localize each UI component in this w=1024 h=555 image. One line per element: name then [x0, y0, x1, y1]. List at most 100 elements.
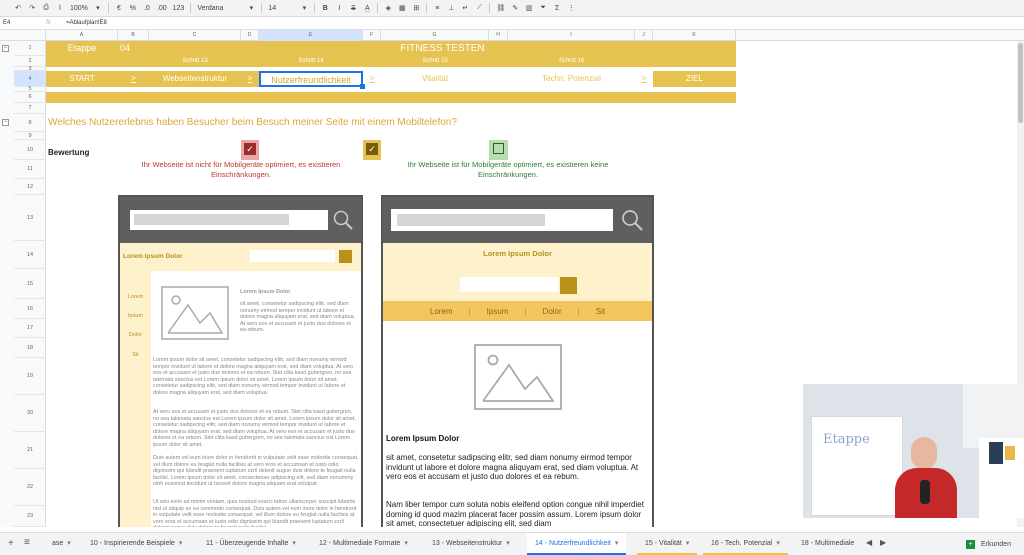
functions-icon[interactable]: Σ [553, 5, 561, 12]
scroll-tabs-left-icon[interactable]: ◀ [866, 538, 872, 547]
chevron-down-icon[interactable]: ▾ [179, 540, 183, 547]
row-header[interactable]: 15 [14, 269, 46, 299]
filter-icon[interactable]: ⏷ [539, 4, 547, 12]
fill-color-icon[interactable]: ◈ [384, 4, 392, 12]
text-wrap-icon[interactable]: ↵ [461, 4, 469, 12]
increase-decimals-button[interactable]: .00 [157, 5, 167, 12]
column-header[interactable]: E [259, 30, 363, 41]
horizontal-align-icon[interactable]: ≡ [433, 5, 441, 12]
row-header[interactable]: 8 [14, 114, 46, 132]
sheet-tab[interactable]: ase ▾ [44, 533, 79, 555]
column-header[interactable]: J [635, 30, 653, 41]
column-header[interactable]: D [241, 30, 259, 41]
sheet-tab[interactable]: 16 - Tech. Potenzial ▾ [703, 533, 788, 555]
column-header[interactable]: B [118, 30, 149, 41]
redo-icon[interactable]: ↷ [28, 4, 36, 12]
row-header[interactable]: 13 [14, 195, 46, 241]
column-header[interactable]: A [46, 30, 118, 41]
scrollbar-thumb[interactable] [1018, 43, 1023, 123]
add-sheet-icon[interactable]: + [8, 538, 14, 549]
row-header[interactable]: 11 [14, 160, 46, 179]
chevron-down-icon[interactable]: ▾ [300, 4, 308, 12]
row-header[interactable]: 18 [14, 338, 46, 358]
borders-icon[interactable]: ▦ [398, 4, 406, 12]
link-icon[interactable]: ⛓ [496, 4, 505, 12]
all-sheets-icon[interactable]: ≡ [24, 537, 30, 548]
decrease-decimals-button[interactable]: .0 [143, 5, 151, 12]
name-box[interactable]: E4 [0, 20, 46, 26]
column-header[interactable]: K [653, 30, 736, 41]
sheet-tab[interactable]: 13 - Webseitenstruktur ▾ [424, 533, 518, 555]
column-header[interactable]: H [489, 30, 508, 41]
sheet-tab[interactable]: 12 - Multimediale Formate ▾ [311, 533, 416, 555]
explore-button[interactable]: + Erkunden [962, 537, 1015, 551]
formula-input[interactable]: =Ablaufplan!E8 [66, 20, 107, 26]
row-header[interactable]: 14 [14, 241, 46, 269]
text-color-button[interactable]: A [363, 5, 371, 12]
row-header[interactable]: 16 [14, 299, 46, 319]
mockup-subheading: Lorem Ipsum Dolor [386, 434, 460, 443]
column-header[interactable]: C [149, 30, 241, 41]
print-icon[interactable]: ⎙ [42, 4, 50, 12]
group-collapse-button[interactable]: − [2, 45, 9, 52]
font-select[interactable]: Verdana [197, 5, 241, 12]
chevron-down-icon[interactable]: ▾ [247, 4, 255, 12]
percent-button[interactable]: % [129, 5, 137, 12]
row-header[interactable]: 12 [14, 179, 46, 195]
sheet-tab-label: 11 - Überzeugende Inhalte [206, 540, 289, 547]
rating-good-checkbox[interactable] [493, 143, 504, 154]
group-collapse-button[interactable]: − [2, 119, 9, 126]
row-header[interactable]: 22 [14, 469, 46, 506]
font-size-select[interactable]: 14 [268, 5, 294, 12]
number-format-button[interactable]: 123 [173, 5, 185, 12]
journey-step-14-selected-cell[interactable]: Nutzerfreundlichkeit [259, 71, 363, 87]
text-rotation-icon[interactable]: ⟋ [475, 4, 483, 12]
paint-format-icon[interactable]: ⌇ [56, 4, 64, 12]
journey-step-13[interactable]: Webseitenstruktur [149, 71, 241, 87]
row-header[interactable]: 19 [14, 358, 46, 395]
select-all-corner[interactable] [0, 30, 46, 41]
chevron-down-icon[interactable]: ▾ [686, 540, 690, 547]
column-header[interactable]: F [363, 30, 381, 41]
bold-button[interactable]: B [321, 5, 329, 12]
column-header[interactable]: G [381, 30, 489, 41]
undo-icon[interactable]: ↶ [14, 4, 22, 12]
vertical-align-icon[interactable]: ⊥ [447, 4, 455, 12]
merge-cells-icon[interactable]: ⊞ [412, 4, 420, 12]
sheet-tab[interactable]: 11 - Überzeugende Inhalte ▾ [198, 533, 304, 555]
rating-bad-checkbox[interactable]: ✓ [244, 143, 256, 155]
row-header[interactable]: 17 [14, 319, 46, 338]
sheet-tab[interactable]: 18 - Multimediale [793, 533, 859, 555]
row-header[interactable]: 20 [14, 395, 46, 432]
scroll-tabs-right-icon[interactable]: ▶ [880, 538, 886, 547]
row-header[interactable]: 7 [14, 103, 46, 114]
chevron-down-icon[interactable]: ▾ [404, 540, 408, 547]
row-header[interactable]: 6 [14, 92, 46, 103]
chevron-down-icon[interactable]: ▾ [67, 540, 71, 547]
chevron-down-icon[interactable]: ▾ [776, 540, 780, 547]
comment-icon[interactable]: ✎ [511, 4, 519, 12]
sheet-tab[interactable]: 10 - Inspirierende Beispiele ▾ [82, 533, 190, 555]
rating-mid-checkbox[interactable]: ✓ [366, 143, 378, 155]
row-header[interactable]: 23 [14, 506, 46, 527]
sheet-tab-active[interactable]: 14 - Nutzerfreundlichkeit ▾ [527, 533, 627, 555]
journey-step-15[interactable]: Vitalität [381, 71, 489, 87]
sheet-tab[interactable]: 15 - Vitalität ▾ [637, 533, 698, 555]
column-header[interactable]: I [508, 30, 635, 41]
italic-button[interactable]: I [335, 5, 343, 12]
journey-step-16[interactable]: Techn. Potenzial [508, 71, 635, 87]
row-header[interactable]: 21 [14, 432, 46, 469]
row-header[interactable]: 10 [14, 140, 46, 160]
row-header[interactable]: 9 [14, 132, 46, 140]
currency-button[interactable]: € [115, 5, 123, 12]
more-icon[interactable]: ⋮ [567, 4, 575, 12]
chevron-down-icon[interactable]: ▾ [94, 4, 102, 12]
chevron-down-icon[interactable]: ▾ [506, 540, 510, 547]
row-header[interactable]: 1 [14, 41, 46, 56]
chart-icon[interactable]: ▥ [525, 4, 533, 12]
chevron-down-icon[interactable]: ▾ [292, 540, 296, 547]
zoom-select[interactable]: 100% [70, 5, 88, 12]
strikethrough-button[interactable]: S [349, 5, 357, 12]
row-header[interactable]: 4 [14, 71, 46, 87]
chevron-down-icon[interactable]: ▾ [615, 540, 619, 547]
